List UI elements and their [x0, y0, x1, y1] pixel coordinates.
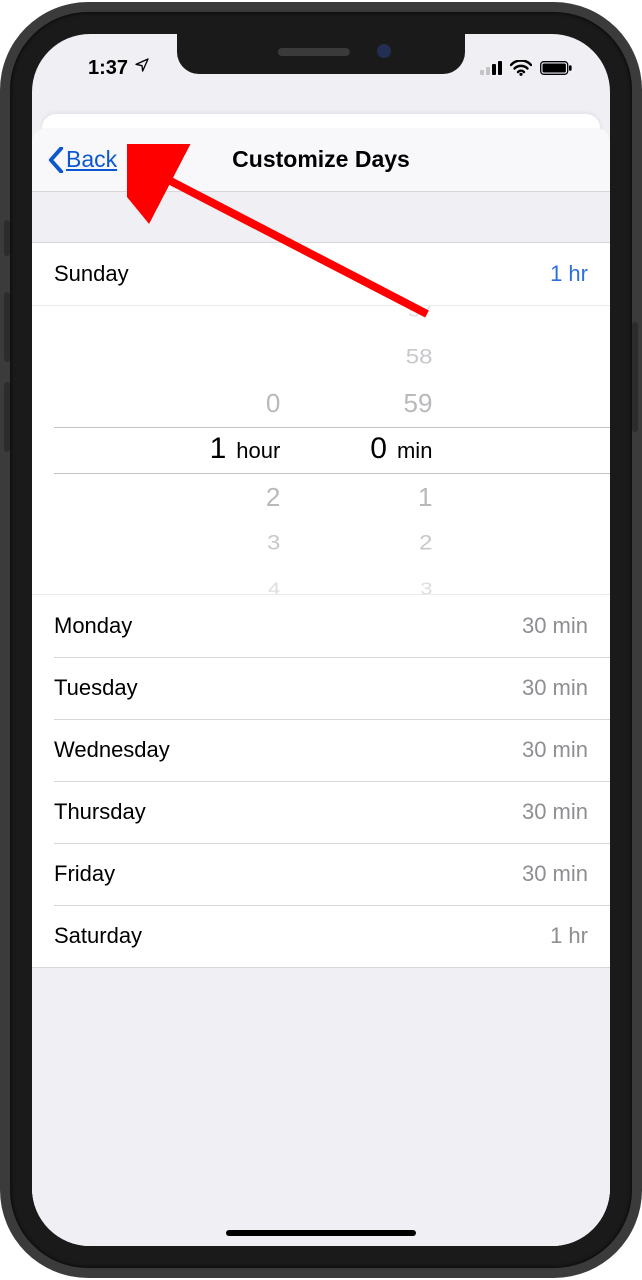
content: Sunday 1 hr 0: [32, 192, 610, 1246]
back-button[interactable]: Back: [38, 138, 127, 181]
day-value: 30 min: [522, 737, 588, 763]
day-row-sunday[interactable]: Sunday 1 hr: [32, 243, 610, 305]
nav-bar: Back Customize Days: [32, 128, 610, 192]
day-label: Thursday: [54, 799, 146, 825]
days-group: Sunday 1 hr 0: [32, 242, 610, 968]
picker-option: 1: [418, 474, 432, 520]
day-row-friday[interactable]: Friday 30 min: [32, 843, 610, 905]
picker-minutes-column[interactable]: 57 58 59 0 min 1 2 3: [370, 306, 432, 594]
picker-hours-column[interactable]: 0 1 hour 2 3 4: [210, 306, 281, 594]
picker-minutes-selected: 0: [370, 426, 387, 472]
day-value: 30 min: [522, 799, 588, 825]
day-label: Friday: [54, 861, 115, 887]
mute-switch: [4, 220, 10, 256]
picker-option: 3: [267, 522, 280, 563]
time-picker[interactable]: 0 1 hour 2 3 4 57 58: [32, 305, 610, 595]
day-row-saturday[interactable]: Saturday 1 hr: [32, 905, 610, 967]
picker-option: 3: [420, 571, 432, 595]
day-row-wednesday[interactable]: Wednesday 30 min: [32, 719, 610, 781]
location-icon: [134, 57, 150, 78]
chevron-left-icon: [48, 147, 64, 173]
day-label: Saturday: [54, 923, 142, 949]
back-label: Back: [66, 146, 117, 173]
day-label: Sunday: [54, 261, 129, 287]
side-button: [632, 322, 638, 432]
day-row-monday[interactable]: Monday 30 min: [32, 595, 610, 657]
day-value: 1 hr: [550, 261, 588, 287]
wifi-icon: [510, 60, 532, 76]
picker-option: 2: [419, 522, 432, 563]
picker-minutes-unit: min: [397, 428, 432, 474]
volume-down-button: [4, 382, 10, 452]
day-row-thursday[interactable]: Thursday 30 min: [32, 781, 610, 843]
volume-up-button: [4, 292, 10, 362]
day-value: 30 min: [522, 613, 588, 639]
picker-option: 2: [266, 474, 280, 520]
day-value: 1 hr: [550, 923, 588, 949]
day-label: Wednesday: [54, 737, 170, 763]
notch: [177, 34, 465, 74]
picker-option: 4: [268, 571, 280, 595]
picker-hours-selected: 1: [210, 426, 227, 472]
day-label: Tuesday: [54, 675, 138, 701]
modal-sheet: Back Customize Days Sunday 1 hr: [32, 128, 610, 1246]
home-indicator[interactable]: [226, 1230, 416, 1236]
status-time: 1:37: [88, 57, 128, 80]
cellular-signal-icon: [480, 61, 502, 75]
picker-option: 58: [406, 336, 433, 377]
device-frame: 1:37: [10, 12, 632, 1268]
battery-icon: [540, 61, 572, 75]
picker-option: 59: [404, 380, 433, 426]
screen: 1:37: [32, 34, 610, 1246]
day-row-tuesday[interactable]: Tuesday 30 min: [32, 657, 610, 719]
day-label: Monday: [54, 613, 132, 639]
section-spacer: [32, 192, 610, 242]
day-value: 30 min: [522, 861, 588, 887]
day-value: 30 min: [522, 675, 588, 701]
picker-hours-unit: hour: [236, 428, 280, 474]
picker-option: 57: [408, 305, 432, 329]
picker-option: 0: [266, 380, 280, 426]
